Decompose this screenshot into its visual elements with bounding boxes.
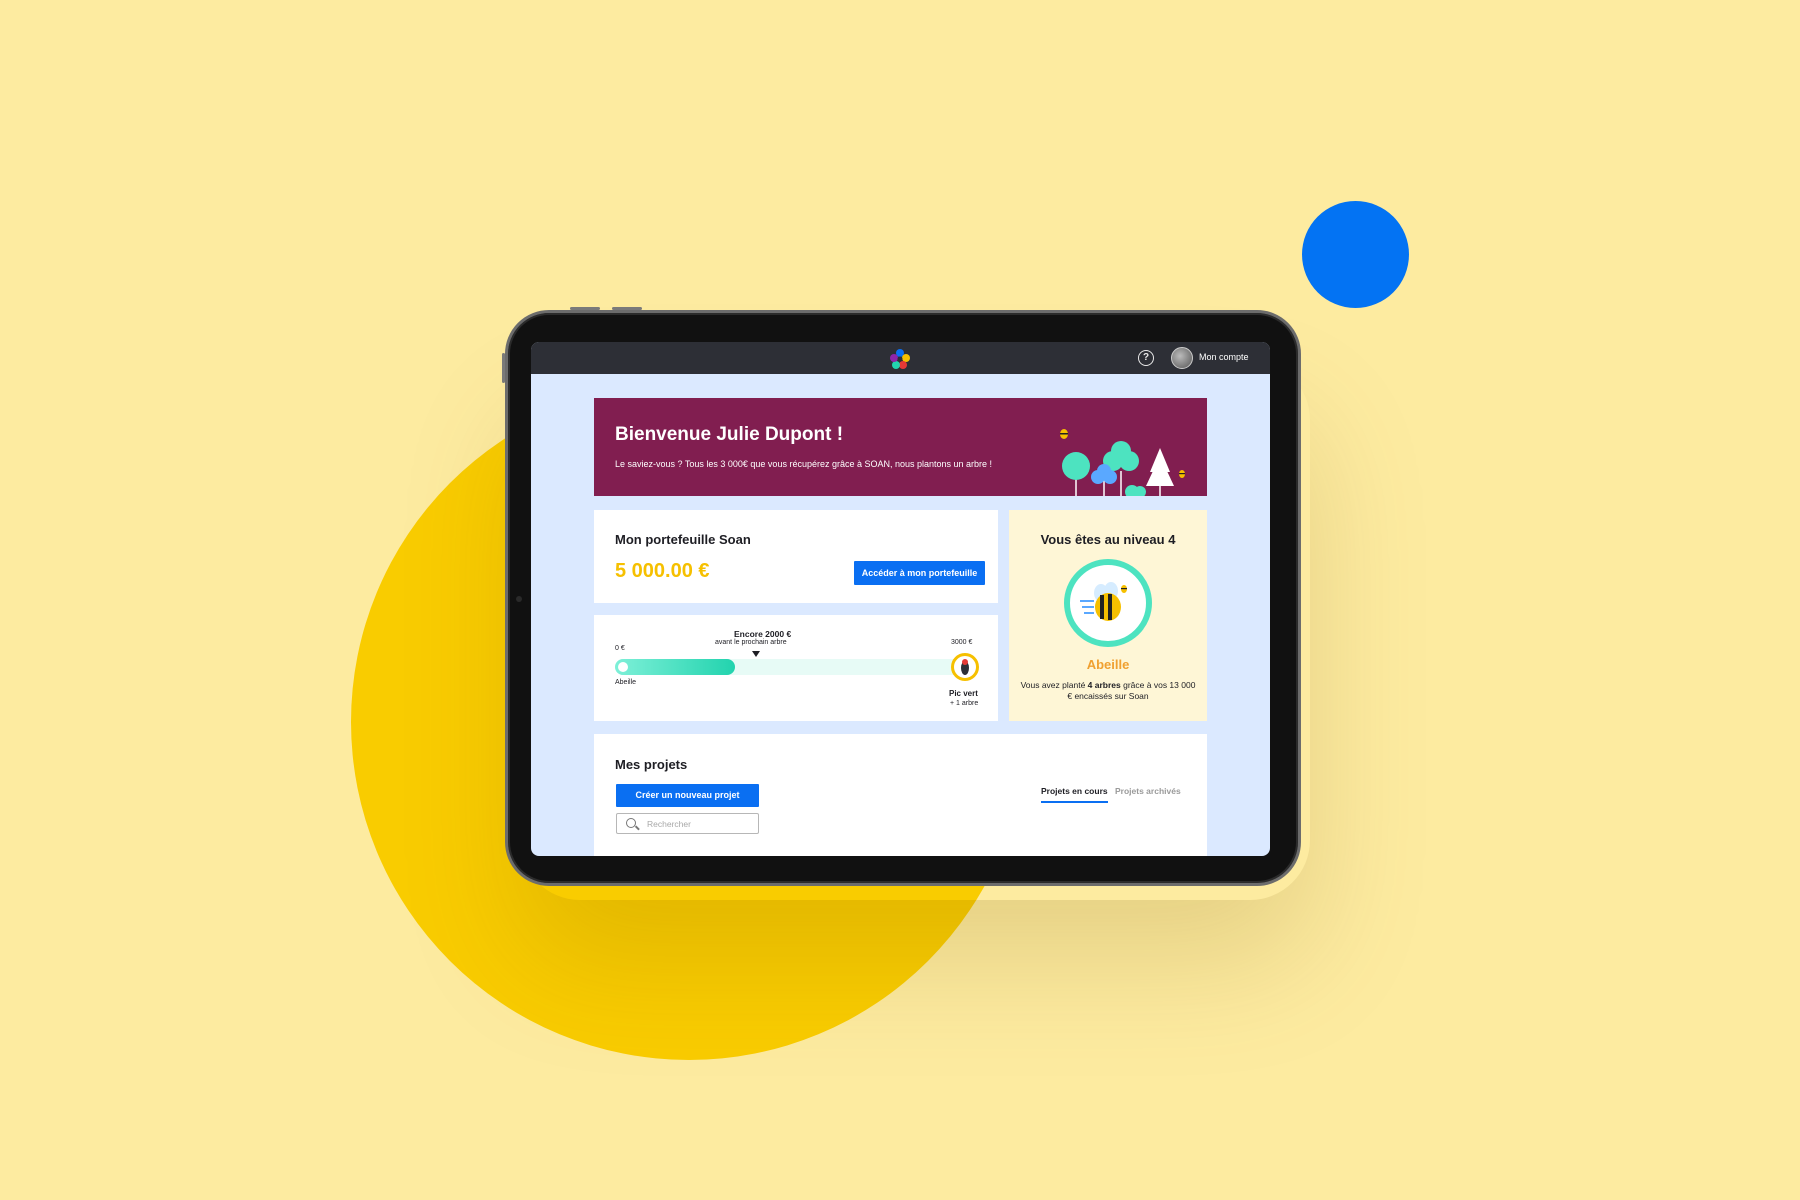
projects-card: Mes projets Créer un nouveau projet Proj… [594, 734, 1207, 856]
top-navigation-bar: ? Mon compte [531, 342, 1270, 374]
wallet-title: Mon portefeuille Soan [615, 532, 751, 547]
decorative-blue-circle [1302, 201, 1409, 308]
welcome-title: Bienvenue Julie Dupont ! [615, 424, 844, 445]
level-description: Vous avez planté 4 arbres grâce à vos 13… [1019, 680, 1197, 702]
wallet-card: Mon portefeuille Soan 5 000.00 € Accéder… [594, 510, 998, 603]
soan-flower-logo-icon[interactable] [889, 348, 911, 370]
bee-badge-icon [1064, 559, 1152, 647]
bee-marker-icon [618, 662, 628, 672]
progress-start-value: 0 € [615, 645, 625, 652]
search-input[interactable] [647, 817, 747, 831]
progress-marker-icon [752, 651, 760, 657]
account-menu-link[interactable]: Mon compte [1199, 352, 1249, 362]
search-icon [626, 818, 636, 828]
remaining-amount-label: Encore 2000 € [734, 629, 792, 639]
progress-track [615, 659, 975, 675]
tablet-volume-button [612, 307, 642, 310]
tree-progress-card: Encore 2000 € avant le prochain arbre 0 … [594, 615, 998, 721]
progress-end-value: 3000 € [951, 639, 973, 646]
woodpecker-icon [951, 653, 979, 681]
tablet-camera [516, 596, 522, 602]
tab-projects-in-progress[interactable]: Projets en cours [1041, 786, 1108, 803]
level-title: Vous êtes au niveau 4 [1040, 532, 1176, 547]
wallet-amount: 5 000.00 € [615, 560, 710, 582]
trees-illustration-icon [1060, 429, 1185, 496]
tablet-frame: ? Mon compte Bienvenue Julie Dupont ! Le… [502, 307, 1301, 886]
projects-title: Mes projets [615, 757, 688, 772]
search-field[interactable] [616, 813, 759, 834]
trees-count: 4 arbres [1087, 680, 1121, 690]
welcome-subtitle: Le saviez-vous ? Tous les 3 000€ que vou… [615, 459, 993, 469]
level-card: Vous êtes au niveau 4 Abeille Vous avez … [1009, 510, 1207, 721]
progress-fill [615, 659, 735, 675]
tab-projects-archived[interactable]: Projets archivés [1115, 786, 1181, 801]
level-name: Abeille [1086, 657, 1130, 672]
tablet-volume-button [570, 307, 600, 310]
progress-start-name: Abeille [615, 679, 637, 686]
tablet-power-button [502, 353, 505, 383]
open-wallet-button[interactable]: Accéder à mon portefeuille [854, 561, 985, 585]
avatar[interactable] [1171, 347, 1193, 369]
progress-end-name: Pic vert [949, 689, 978, 698]
progress-end-reward: + 1 arbre [950, 700, 979, 707]
question-circle-icon[interactable]: ? [1138, 350, 1154, 366]
app-screen: ? Mon compte Bienvenue Julie Dupont ! Le… [531, 342, 1270, 856]
welcome-banner: Bienvenue Julie Dupont ! Le saviez-vous … [594, 398, 1207, 496]
create-project-button[interactable]: Créer un nouveau projet [616, 784, 759, 807]
level-desc-text: Vous avez planté [1020, 680, 1088, 690]
remaining-sublabel: avant le prochain arbre [715, 639, 787, 646]
